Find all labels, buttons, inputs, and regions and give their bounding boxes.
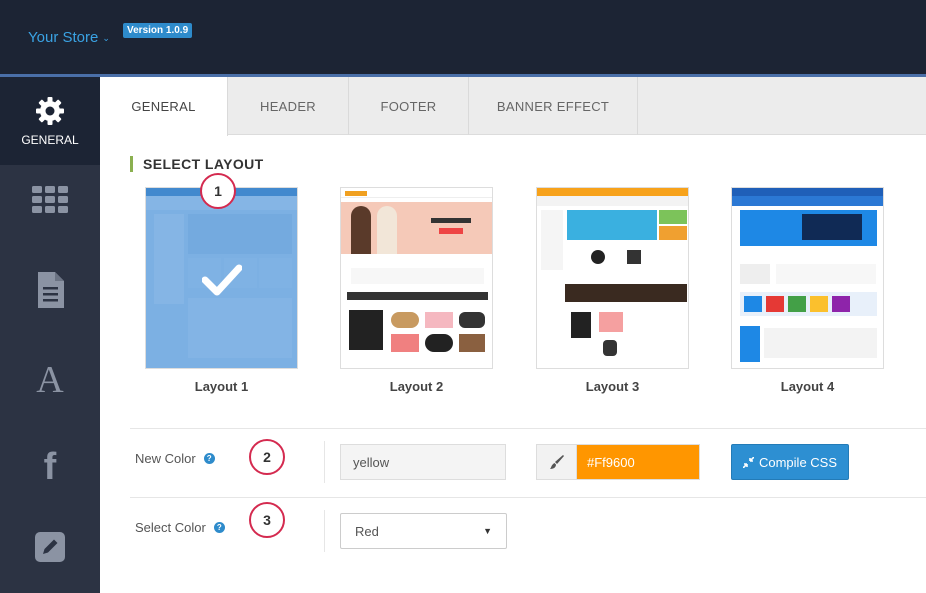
sidebar-item-fonts[interactable]: A <box>0 345 100 415</box>
sidebar-item-label: GENERAL <box>21 133 79 147</box>
top-bar: Your Store ⌄ Version 1.0.9 <box>0 0 926 74</box>
new-color-label-text: New Color <box>135 451 196 466</box>
compile-css-button[interactable]: Compile CSS <box>731 444 849 480</box>
compile-css-label: Compile CSS <box>758 454 838 470</box>
select-color-label: Select Color ? <box>135 520 225 535</box>
brush-icon[interactable] <box>537 445 577 479</box>
sidebar-item-general[interactable]: GENERAL <box>0 77 100 165</box>
tab-banner-effect[interactable]: BANNER EFFECT <box>469 77 638 135</box>
layout-label: Layout 3 <box>585 379 640 394</box>
document-icon <box>38 272 64 308</box>
color-picker[interactable]: #Ff9600 <box>536 444 700 480</box>
sidebar-item-pages[interactable] <box>0 255 100 325</box>
tab-general[interactable]: GENERAL <box>100 77 228 136</box>
sidebar-item-custom[interactable] <box>0 512 100 582</box>
row-divider <box>130 497 926 498</box>
store-switcher[interactable]: Your Store ⌄ <box>28 29 110 46</box>
layout-label: Layout 4 <box>780 379 835 394</box>
layout-thumbnail[interactable] <box>536 187 689 369</box>
help-icon[interactable]: ? <box>213 522 225 533</box>
sidebar-item-modules[interactable] <box>0 165 100 235</box>
gear-icon <box>36 97 64 125</box>
select-color-dropdown[interactable]: Red ▼ <box>340 513 507 549</box>
section-title: SELECT LAYOUT <box>130 156 264 172</box>
checkmark-icon <box>202 264 242 296</box>
grid-icon <box>32 186 68 213</box>
sidebar-item-social[interactable]: f <box>0 432 100 502</box>
store-name[interactable]: Your Store <box>28 29 98 46</box>
caret-down-icon: ▼ <box>483 526 492 536</box>
layout-thumbnail[interactable] <box>340 187 493 369</box>
tab-header[interactable]: HEADER <box>228 77 349 135</box>
main-panel: GENERAL HEADER FOOTER BANNER EFFECT SELE… <box>100 77 926 593</box>
step-badge-1: 1 <box>200 173 236 209</box>
facebook-icon: f <box>43 445 57 488</box>
version-badge: Version 1.0.9 <box>123 23 193 38</box>
compress-icon <box>742 456 754 468</box>
layout-option-1[interactable]: Layout 1 <box>145 187 298 394</box>
font-icon: A <box>36 359 64 401</box>
layout-thumbnail[interactable] <box>145 187 298 369</box>
layout-option-4[interactable]: Layout 4 <box>731 187 884 394</box>
select-color-label-text: Select Color <box>135 520 206 535</box>
select-color-value: Red <box>355 523 379 539</box>
chevron-down-icon: ⌄ <box>102 33 110 43</box>
new-color-input[interactable]: yellow <box>340 444 506 480</box>
sidebar: GENERAL A f <box>0 77 100 593</box>
tab-footer[interactable]: FOOTER <box>349 77 469 135</box>
edit-icon <box>35 532 65 562</box>
row-separator <box>324 441 325 483</box>
layout-label: Layout 1 <box>194 379 249 394</box>
color-hex-value[interactable]: #Ff9600 <box>577 445 699 479</box>
tab-bar: GENERAL HEADER FOOTER BANNER EFFECT <box>100 77 926 136</box>
new-color-label: New Color ? <box>135 451 215 466</box>
row-separator <box>324 510 325 552</box>
layout-option-3[interactable]: Layout 3 <box>536 187 689 394</box>
layout-label: Layout 2 <box>389 379 444 394</box>
step-badge-2: 2 <box>249 439 285 475</box>
layout-option-2[interactable]: Layout 2 <box>340 187 493 394</box>
layout-thumbnail[interactable] <box>731 187 884 369</box>
help-icon[interactable]: ? <box>203 453 215 464</box>
step-badge-3: 3 <box>249 502 285 538</box>
row-divider <box>130 428 926 429</box>
